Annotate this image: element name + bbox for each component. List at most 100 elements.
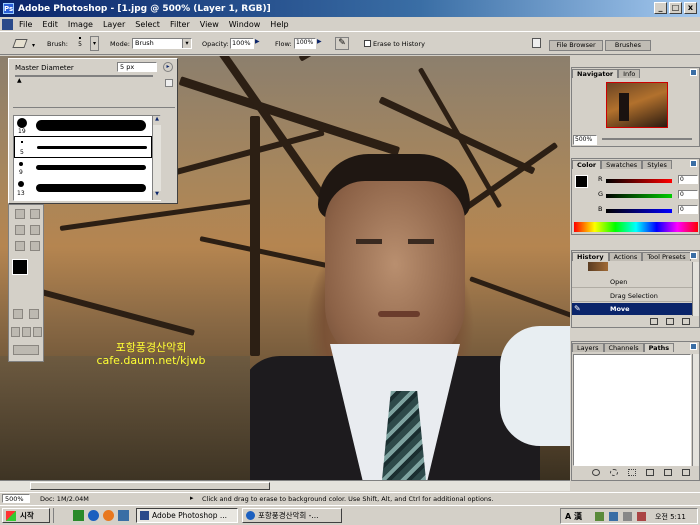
tab-actions[interactable]: Actions	[608, 252, 643, 261]
tab-layers[interactable]: Layers	[572, 343, 604, 352]
tab-channels[interactable]: Channels	[603, 343, 644, 352]
blue-slider[interactable]	[606, 209, 672, 213]
color-ramp[interactable]	[574, 222, 698, 232]
document-icon[interactable]	[2, 18, 13, 30]
brush-list-scrollbar[interactable]: ▲ ▼	[152, 116, 161, 200]
new-document-icon[interactable]	[650, 318, 658, 325]
screen-mode-standard-icon[interactable]	[11, 327, 20, 337]
file-browser-tab[interactable]: File Browser	[549, 40, 603, 51]
menu-layer[interactable]: Layer	[103, 20, 125, 29]
paths-scrollbar[interactable]	[692, 354, 699, 466]
stroke-path-icon[interactable]	[610, 469, 618, 476]
tab-info[interactable]: Info	[618, 69, 641, 78]
menu-image[interactable]: Image	[68, 20, 93, 29]
chevron-down-icon[interactable]: ▾	[32, 42, 35, 49]
tab-history[interactable]: History	[572, 252, 609, 261]
tray-icon[interactable]	[637, 512, 646, 521]
hand-tool-icon[interactable]	[15, 241, 25, 251]
media-player-icon[interactable]	[103, 510, 114, 521]
history-scrollbar[interactable]	[692, 262, 699, 316]
opacity-input[interactable]: 100%	[230, 38, 254, 49]
panel-close-icon[interactable]	[690, 343, 697, 350]
history-item[interactable]: Open	[572, 275, 692, 288]
color-foreground-swatch[interactable]	[575, 175, 588, 188]
maximize-button[interactable]: □	[669, 2, 682, 14]
new-path-icon[interactable]	[664, 469, 672, 476]
menu-select[interactable]: Select	[135, 20, 160, 29]
screen-mode-full-menu-icon[interactable]	[22, 327, 31, 337]
tray-icon[interactable]	[595, 512, 604, 521]
menu-edit[interactable]: Edit	[42, 20, 58, 29]
zoom-tool-icon[interactable]	[30, 241, 40, 251]
jump-to-imageready-icon[interactable]	[13, 345, 39, 355]
palette-well-icon[interactable]	[532, 38, 541, 48]
shape-tool-icon[interactable]	[30, 209, 40, 219]
network-icon[interactable]	[609, 512, 618, 521]
red-slider[interactable]	[606, 179, 672, 183]
menu-filter[interactable]: Filter	[170, 20, 190, 29]
green-input[interactable]: 0	[678, 190, 698, 199]
save-brush-icon[interactable]	[165, 79, 173, 87]
scroll-up-icon[interactable]: ▲	[153, 116, 161, 125]
taskbar-item-browser[interactable]: 포항풍경산악회 -...	[242, 508, 342, 523]
master-diameter-input[interactable]: 5 px	[117, 62, 157, 72]
menu-file[interactable]: File	[19, 20, 32, 29]
internet-explorer-icon[interactable]	[88, 510, 99, 521]
close-button[interactable]: x	[684, 2, 697, 14]
erase-to-history-checkbox[interactable]	[364, 40, 371, 47]
history-item-active[interactable]: ✎ Move	[572, 303, 692, 315]
opacity-slider-arrow-icon[interactable]: ▶	[255, 38, 263, 49]
eraser-tool-icon[interactable]	[12, 39, 28, 48]
blue-input[interactable]: 0	[678, 205, 698, 214]
flow-input[interactable]: 100%	[294, 38, 316, 49]
navigator-thumbnail[interactable]	[606, 82, 668, 128]
menu-help[interactable]: Help	[270, 20, 288, 29]
pen-tool-icon[interactable]	[15, 209, 25, 219]
brush-preset-row-selected[interactable]: 5	[14, 136, 152, 158]
panel-close-icon[interactable]	[690, 252, 697, 259]
slider-thumb-icon[interactable]: ▲	[17, 77, 22, 84]
scroll-down-icon[interactable]: ▼	[153, 191, 161, 200]
minimize-button[interactable]: _	[654, 2, 667, 14]
mode-select[interactable]: Brush ▾	[132, 38, 192, 49]
screen-mode-full-icon[interactable]	[33, 327, 42, 337]
load-selection-icon[interactable]	[628, 469, 636, 476]
brush-preset-row[interactable]: 13	[14, 178, 152, 200]
foreground-color-swatch[interactable]	[12, 259, 28, 275]
make-work-path-icon[interactable]	[646, 469, 654, 476]
history-item[interactable]: Drag Selection	[572, 289, 692, 302]
volume-icon[interactable]	[623, 512, 632, 521]
flow-slider-arrow-icon[interactable]: ▶	[317, 38, 325, 49]
history-snapshot-thumbnail[interactable]	[588, 262, 608, 271]
tab-tool-presets[interactable]: Tool Presets	[642, 252, 691, 261]
quick-mask-icon[interactable]	[29, 309, 39, 319]
navigator-zoom-slider[interactable]	[602, 138, 692, 140]
standard-mode-icon[interactable]	[13, 309, 23, 319]
eyedropper-tool-icon[interactable]	[30, 225, 40, 235]
green-slider[interactable]	[606, 194, 672, 198]
tab-styles[interactable]: Styles	[642, 160, 672, 169]
tab-swatches[interactable]: Swatches	[601, 160, 643, 169]
new-snapshot-icon[interactable]	[666, 318, 674, 325]
show-desktop-icon[interactable]	[118, 510, 129, 521]
taskbar-item-photoshop[interactable]: Adobe Photoshop ...	[136, 508, 238, 523]
brush-preset-row[interactable]: 9	[14, 158, 152, 178]
fill-path-icon[interactable]	[592, 469, 600, 476]
navigator-zoom-input[interactable]: 500%	[573, 135, 597, 145]
clock[interactable]: 오전 5:11	[655, 512, 686, 522]
tab-paths[interactable]: Paths	[643, 343, 675, 352]
brush-menu-arrow-icon[interactable]: ▸	[163, 62, 173, 72]
tab-navigator[interactable]: Navigator	[572, 69, 619, 78]
menu-view[interactable]: View	[200, 20, 219, 29]
start-button[interactable]: 시작	[2, 508, 50, 523]
tab-color[interactable]: Color	[572, 160, 602, 169]
quicklaunch-icon[interactable]	[73, 510, 84, 521]
status-arrow-icon[interactable]: ▸	[190, 494, 194, 502]
brushes-tab[interactable]: Brushes	[605, 40, 651, 51]
brush-preview[interactable]: 5	[72, 34, 88, 53]
trash-icon[interactable]	[682, 469, 690, 476]
brush-preset-row[interactable]: 19	[14, 116, 152, 136]
master-diameter-slider[interactable]	[15, 75, 153, 77]
scrollbar-thumb[interactable]	[30, 482, 270, 490]
panel-close-icon[interactable]	[690, 160, 697, 167]
